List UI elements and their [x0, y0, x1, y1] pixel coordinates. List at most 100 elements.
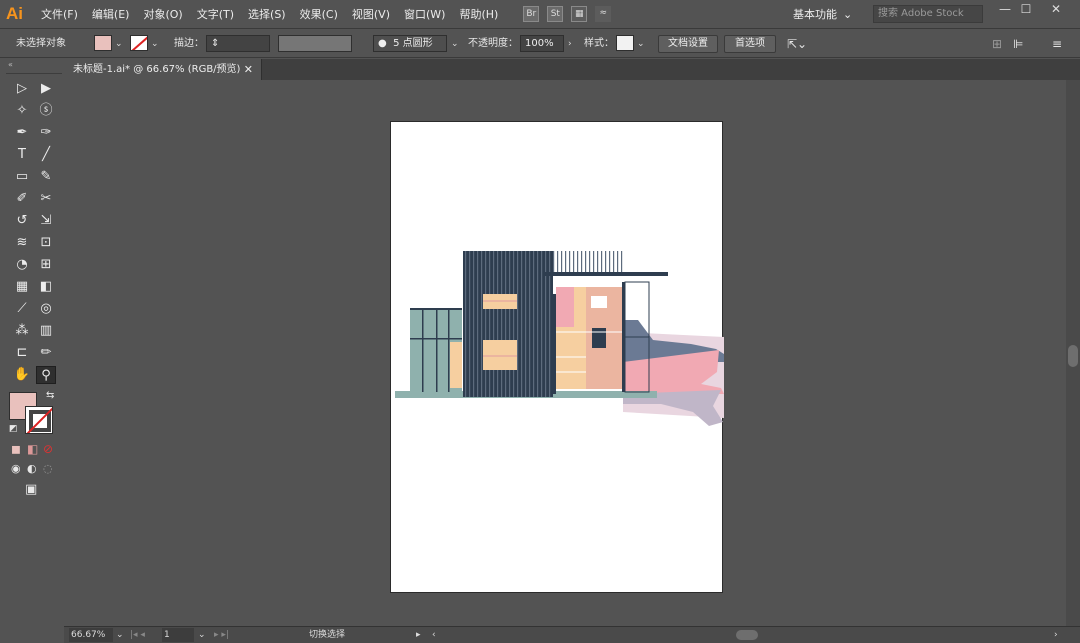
menu-item-7[interactable]: 窗口(W) [397, 6, 452, 22]
rotate-tool[interactable]: ↺ [12, 212, 32, 230]
draw-inside-icon[interactable]: ◌ [43, 462, 53, 475]
shaper-tool[interactable]: ✐ [12, 190, 32, 208]
chevron-right-icon[interactable]: › [568, 35, 572, 53]
slice-tool[interactable]: ✏ [36, 344, 56, 362]
brush-value: 5 点圆形 [393, 38, 433, 49]
variable-width-profile[interactable] [278, 35, 352, 52]
artboard[interactable] [390, 121, 724, 593]
zoom-tool[interactable]: ⚲ [36, 366, 56, 384]
draw-normal-icon[interactable]: ◉ [11, 462, 21, 475]
gradient-tool[interactable]: ◧ [36, 278, 56, 296]
fill-swatch[interactable] [94, 35, 112, 51]
maximize-button[interactable]: ☐ [1013, 2, 1039, 16]
graphic-style-swatch[interactable] [616, 35, 634, 51]
mesh-tool[interactable]: ▦ [12, 278, 32, 296]
stroke-dropdown-icon[interactable]: ⌄ [151, 35, 159, 53]
direct-selection-tool[interactable]: ▶ [36, 80, 56, 98]
scroll-thumb[interactable] [1068, 345, 1078, 367]
paintbrush-tool[interactable]: ✎ [36, 168, 56, 186]
menu-item-4[interactable]: 选择(S) [241, 6, 293, 22]
type-tool[interactable]: T [12, 146, 32, 164]
facade-slat [577, 251, 579, 273]
color-mode-icon[interactable]: ◼ [11, 442, 21, 456]
warp-tool[interactable]: ≋ [12, 234, 32, 252]
document-tab[interactable]: 未标题-1.ai* @ 66.67% (RGB/预览) ✕ [64, 59, 262, 80]
next-artboard-icon[interactable]: ▸ ▸| [214, 628, 229, 642]
artboard-dropdown-icon[interactable]: ⌄ [198, 628, 206, 642]
preferences-button[interactable]: 首选项 [724, 35, 776, 53]
selection-tool[interactable]: ▷ [12, 80, 32, 98]
menu-item-3[interactable]: 文字(T) [190, 6, 241, 22]
menu-item-6[interactable]: 视图(V) [345, 6, 397, 22]
bridge-icon[interactable]: Br [523, 6, 540, 22]
facade-slat [533, 251, 535, 397]
facade-slat [509, 251, 511, 397]
workspace-switcher[interactable]: 基本功能 ⌄ [793, 6, 852, 22]
collapse-panel-icon[interactable]: « [6, 60, 62, 74]
align-icon[interactable]: ⊞ [992, 35, 1002, 53]
shape-builder-tool[interactable]: ◔ [12, 256, 32, 274]
app-logo: Ai [6, 4, 23, 23]
symbol-sprayer-tool[interactable]: ⁂ [12, 322, 32, 340]
stroke-color-box[interactable] [25, 406, 53, 434]
blend-tool[interactable]: ◎ [36, 300, 56, 318]
default-colors-icon[interactable]: ◩ [9, 424, 18, 434]
stock-icon[interactable]: St [547, 6, 564, 22]
close-window-button[interactable]: ✕ [1043, 2, 1069, 16]
gpu-performance-icon[interactable]: ≈ [595, 6, 612, 22]
menu-item-1[interactable]: 编辑(E) [85, 6, 137, 22]
scissors-tool[interactable]: ✂ [36, 190, 56, 208]
workspace-label: 基本功能 [793, 8, 837, 21]
curvature-tool[interactable]: ✑ [36, 124, 56, 142]
swap-fill-stroke-icon[interactable]: ⇆ [46, 390, 54, 401]
artboard-tool[interactable]: ⊏ [12, 344, 32, 362]
pen-tool[interactable]: ✒ [12, 124, 32, 142]
facade-slat [621, 251, 623, 273]
menu-item-2[interactable]: 对象(O) [136, 6, 189, 22]
lasso-tool[interactable]: ⓢ [36, 102, 56, 120]
eyedropper-tool[interactable]: ⟋ [12, 300, 32, 318]
stroke-weight-field[interactable]: ⇕ [206, 35, 270, 52]
hand-tool[interactable]: ✋ [12, 366, 32, 384]
panel-menu-icon[interactable]: ≡ [1052, 35, 1062, 53]
artboard-number-field[interactable]: 1 [162, 628, 194, 642]
perspective-grid-tool[interactable]: ⊞ [36, 256, 56, 274]
fill-dropdown-icon[interactable]: ⌄ [115, 35, 123, 53]
transform-icon[interactable]: ⊫ [1013, 35, 1023, 53]
magic-wand-tool[interactable]: ✧ [12, 102, 32, 120]
arrange-documents-icon[interactable]: ▦ [571, 6, 588, 22]
stock-search-input[interactable]: 搜索 Adobe Stock [873, 5, 983, 23]
canvas-area[interactable] [64, 80, 1066, 626]
scroll-left-icon[interactable]: ‹ [432, 628, 436, 642]
rectangle-tool[interactable]: ▭ [12, 168, 32, 186]
brush-dropdown-icon[interactable]: ⌄ [451, 35, 459, 53]
vertical-scrollbar[interactable] [1066, 80, 1080, 626]
draw-behind-icon[interactable]: ◐ [27, 462, 37, 475]
zoom-dropdown-icon[interactable]: ⌄ [116, 628, 124, 642]
arrange-icon[interactable]: ⇱⌄ [787, 35, 807, 53]
opacity-input[interactable]: 100% [520, 35, 564, 52]
scroll-right-icon[interactable]: › [1054, 628, 1058, 642]
facade-slat [521, 251, 523, 397]
none-mode-icon[interactable]: ⊘ [43, 442, 53, 456]
menu-item-0[interactable]: 文件(F) [34, 6, 85, 22]
zoom-level-field[interactable]: 66.67% [69, 628, 113, 642]
first-artboard-icon[interactable]: |◂ ◂ [130, 628, 145, 642]
column-graph-tool[interactable]: ▥ [36, 322, 56, 340]
line-tool[interactable]: ╱ [36, 146, 56, 164]
menu-item-8[interactable]: 帮助(H) [452, 6, 505, 22]
horizontal-scroll-thumb[interactable] [736, 630, 758, 640]
menu-item-5[interactable]: 效果(C) [293, 6, 345, 22]
facade-slat [605, 251, 607, 273]
scale-tool[interactable]: ⇲ [36, 212, 56, 230]
free-transform-tool[interactable]: ⊡ [36, 234, 56, 252]
style-dropdown-icon[interactable]: ⌄ [637, 35, 645, 53]
status-menu-icon[interactable]: ▸ [416, 628, 421, 642]
screen-mode-icon[interactable]: ▣ [25, 482, 37, 497]
stroke-swatch[interactable] [130, 35, 148, 51]
brush-definition[interactable]: ● 5 点圆形 [373, 35, 447, 52]
close-tab-icon[interactable]: ✕ [244, 59, 253, 80]
gradient-mode-icon[interactable]: ◧ [27, 442, 38, 456]
document-setup-button[interactable]: 文档设置 [658, 35, 718, 53]
facade-slat [585, 251, 587, 273]
